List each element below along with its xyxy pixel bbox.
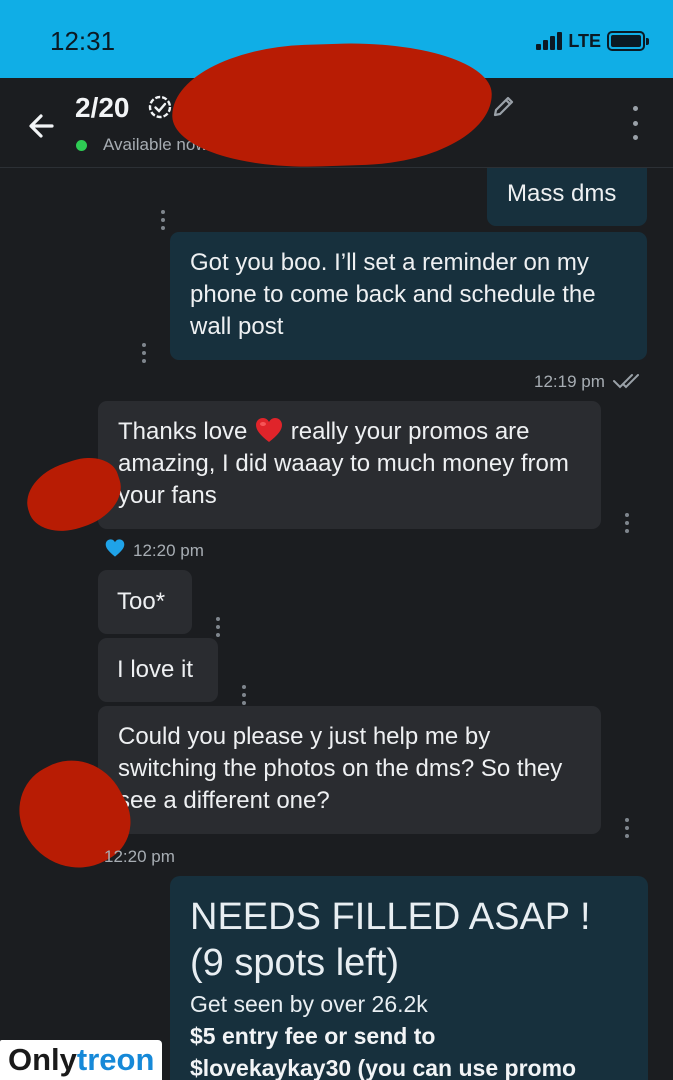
message-options-icon[interactable] <box>623 513 631 533</box>
message-timestamp: 12:20 pm <box>133 541 204 560</box>
message-text: Thanks love <box>118 418 248 445</box>
message-options-icon[interactable] <box>240 685 248 705</box>
chat-title[interactable]: 2/20 <box>75 92 130 124</box>
battery-icon <box>607 31 649 51</box>
message-bubble-outgoing[interactable]: Got you boo. I’ll set a reminder on my p… <box>170 232 647 360</box>
message-text: Mass dms <box>507 180 617 207</box>
message-text: Too* <box>117 588 166 615</box>
message-timestamp: 12:20 pm <box>104 847 175 866</box>
message-bubble-incoming[interactable]: I love it <box>98 638 218 702</box>
promo-line: $5 entry fee or send to <box>190 1023 436 1049</box>
read-receipt-icon <box>613 374 639 389</box>
message-bubble-outgoing[interactable]: Mass dms <box>487 168 647 226</box>
message-bubble-incoming[interactable]: Too* <box>98 570 192 634</box>
message-text: Could you please y just help me by switc… <box>118 723 563 814</box>
message-options-icon[interactable] <box>214 617 222 637</box>
pencil-icon[interactable] <box>490 92 518 120</box>
signal-icon <box>536 32 563 50</box>
online-indicator <box>76 140 87 151</box>
message-text: Got you boo. I’ll set a reminder on my p… <box>190 249 596 340</box>
watermark-logo: Only treon <box>0 1040 163 1080</box>
red-heart-emoji-icon <box>256 418 283 442</box>
message-timestamp: 12:19 pm <box>534 372 605 391</box>
verified-badge-icon <box>148 95 172 119</box>
more-vertical-icon[interactable] <box>628 106 642 140</box>
watermark-part: Only <box>8 1042 77 1077</box>
message-bubble-incoming[interactable]: Thanks love really your promos are amazi… <box>98 401 601 529</box>
status-icons: LTE <box>536 30 649 52</box>
promo-line: Get seen by over 26.2k <box>190 991 428 1017</box>
message-bubble-incoming[interactable]: Could you please y just help me by switc… <box>98 706 601 834</box>
network-type: LTE <box>568 30 601 51</box>
watermark-part: treon <box>76 1042 155 1077</box>
message-options-icon[interactable] <box>159 210 167 230</box>
message-options-icon[interactable] <box>623 818 631 838</box>
promo-line: $lovekaykay30 (you can use promo <box>190 1055 577 1080</box>
message-bubble-outgoing-promo[interactable]: NEEDS FILLED ASAP ! (9 spots left) Get s… <box>170 876 648 1080</box>
promo-headline: NEEDS FILLED ASAP ! (9 spots left) <box>190 896 591 984</box>
back-arrow-icon[interactable] <box>22 106 62 146</box>
liked-heart-icon[interactable] <box>104 538 126 558</box>
status-time: 12:31 <box>50 26 116 56</box>
message-options-icon[interactable] <box>140 343 148 363</box>
message-text: I love it <box>117 656 194 683</box>
